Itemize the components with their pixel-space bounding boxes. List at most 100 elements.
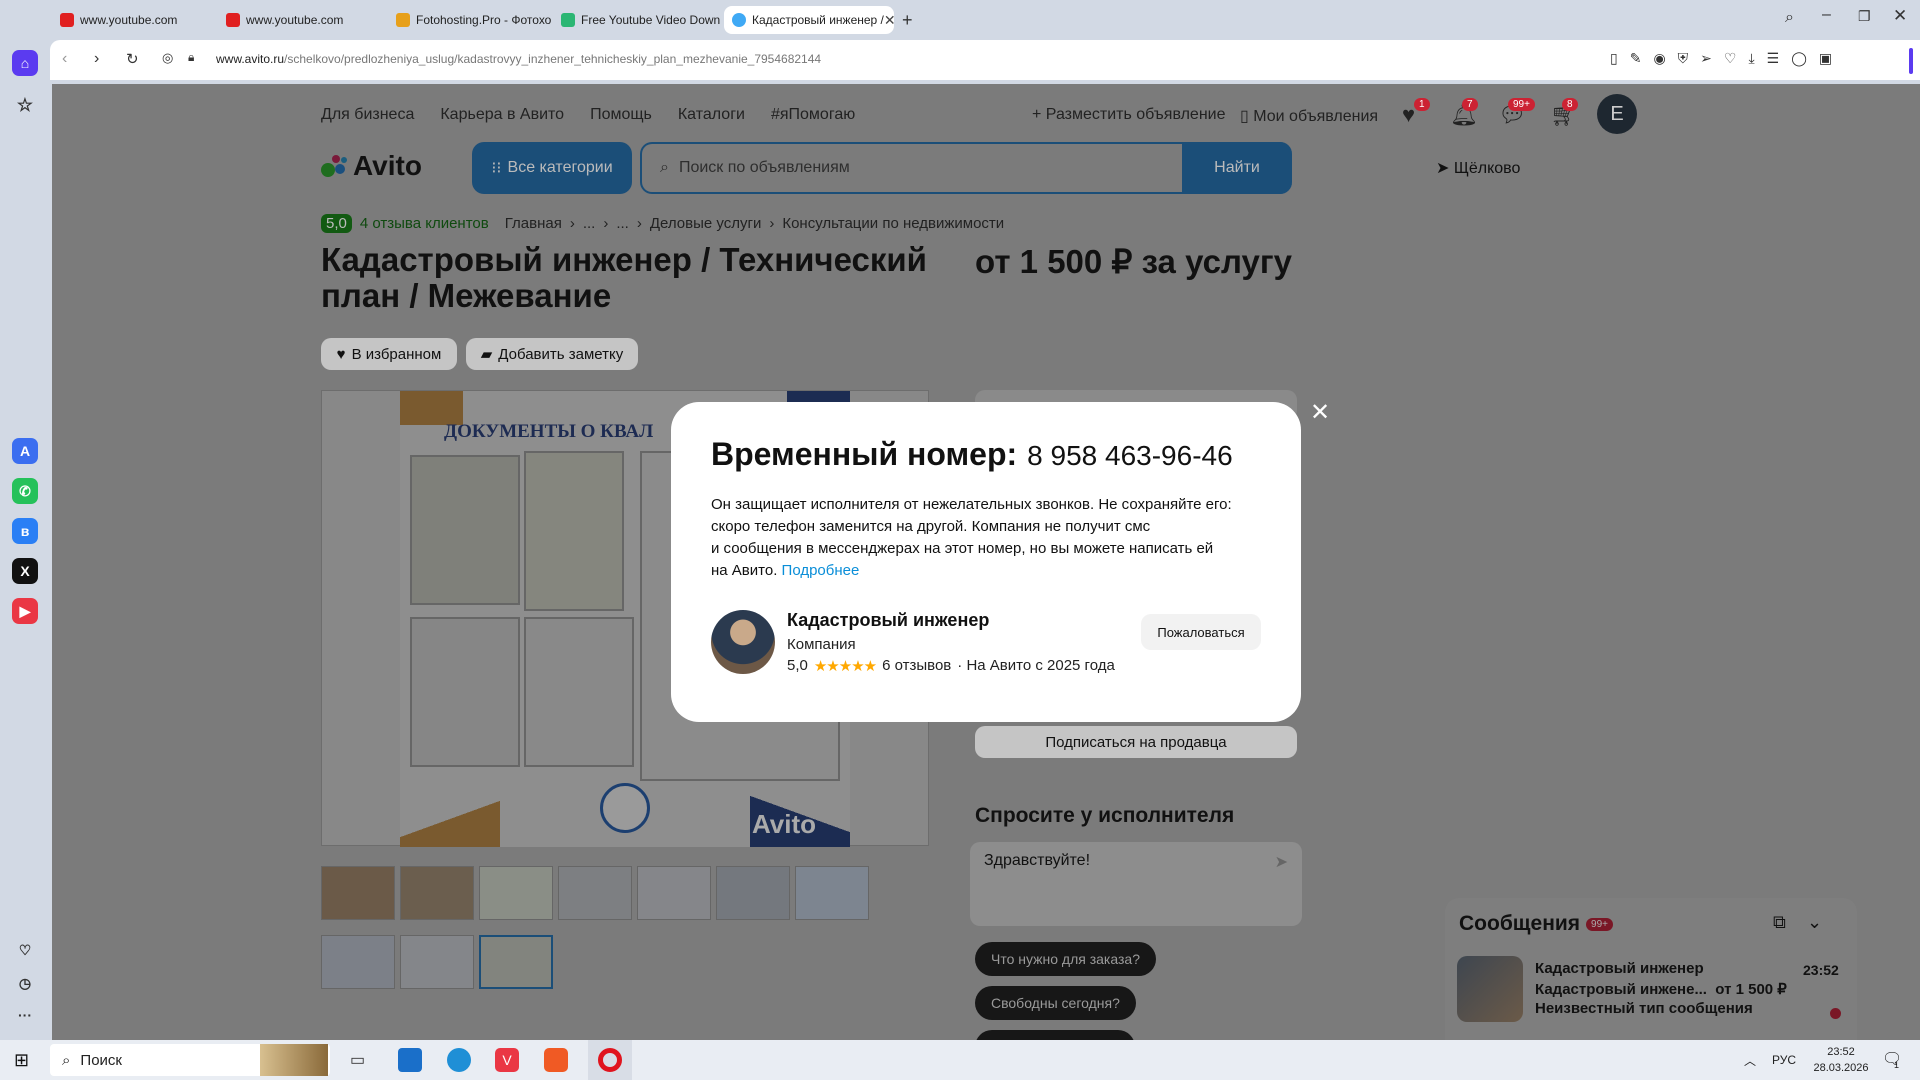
thumbnail-8[interactable] bbox=[321, 935, 395, 989]
ask-message-input[interactable]: Здравствуйте! ➤ bbox=[970, 842, 1302, 926]
complain-button[interactable]: Пожаловаться bbox=[1141, 614, 1261, 650]
restore-icon[interactable]: ❐ bbox=[1858, 8, 1871, 25]
clock[interactable]: 23:52 28.03.2026 bbox=[1808, 1044, 1874, 1076]
post-ad-link[interactable]: + Разместить объявление bbox=[1032, 106, 1226, 124]
cube-icon[interactable]: ▣ bbox=[1819, 50, 1832, 67]
modal-title: Временный номер: bbox=[711, 436, 1018, 472]
home-icon[interactable]: ⌂ bbox=[12, 50, 38, 76]
new-tab-icon[interactable]: + bbox=[902, 10, 913, 31]
nav-help[interactable]: Помощь bbox=[590, 106, 652, 124]
menu-icon[interactable]: ☰ bbox=[1767, 50, 1780, 67]
thumbnail-4[interactable] bbox=[558, 866, 632, 920]
pin-star-icon[interactable]: ☆ bbox=[12, 92, 38, 118]
chat-seller-name[interactable]: Кадастровый инженер bbox=[1535, 960, 1704, 977]
x-icon[interactable]: X bbox=[12, 558, 38, 584]
opera-taskbar-button[interactable] bbox=[588, 1040, 632, 1080]
thumbnail-1[interactable] bbox=[321, 866, 395, 920]
send-icon[interactable]: ➢ bbox=[1700, 50, 1712, 67]
close-window-icon[interactable]: ✕ bbox=[1893, 6, 1907, 26]
tab-video-downloader[interactable]: Free Youtube Video Down bbox=[553, 6, 721, 34]
nav-ya-pomogayu[interactable]: #яПомогаю bbox=[771, 106, 855, 124]
edit-icon[interactable]: ✎ bbox=[1630, 50, 1642, 67]
download-icon[interactable]: ⤓ bbox=[1748, 50, 1754, 67]
heart-icon[interactable]: ♡ bbox=[12, 937, 38, 963]
bookmark-heart-icon[interactable]: ♡ bbox=[1724, 50, 1737, 67]
outlook-icon[interactable] bbox=[398, 1048, 422, 1072]
shield-icon[interactable]: ⛨ bbox=[1678, 50, 1689, 67]
vivaldi-icon[interactable]: V bbox=[495, 1048, 519, 1072]
seller-name[interactable]: Кадастровый инженер bbox=[787, 610, 989, 631]
whatsapp-icon[interactable]: ✆ bbox=[12, 478, 38, 504]
more-icon[interactable]: ··· bbox=[12, 1002, 38, 1028]
quick-reply-free-today[interactable]: Свободны сегодня? bbox=[975, 986, 1136, 1020]
reload-icon[interactable]: ↻ bbox=[126, 50, 139, 68]
notification-center-icon[interactable]: 🗨︎ bbox=[1882, 1049, 1902, 1069]
player-icon[interactable]: ▶ bbox=[12, 598, 38, 624]
tab-youtube-1[interactable]: www.youtube.com bbox=[52, 6, 232, 34]
brave-icon[interactable] bbox=[544, 1048, 568, 1072]
nav-catalogs[interactable]: Каталоги bbox=[678, 106, 745, 124]
snapshot-icon[interactable]: ◉ bbox=[1653, 50, 1665, 67]
minimize-icon[interactable]: – bbox=[1822, 6, 1831, 24]
all-categories-button[interactable]: ⁝⁝ Все категории bbox=[472, 142, 632, 194]
add-note-button[interactable]: ▰ Добавить заметку bbox=[466, 338, 638, 370]
profile-icon[interactable]: ◯ bbox=[1791, 50, 1807, 67]
search-button[interactable]: Найти bbox=[1182, 142, 1292, 194]
windows-start-icon[interactable]: ⊞ bbox=[14, 1050, 29, 1071]
thumbnail-10-selected[interactable] bbox=[479, 935, 553, 989]
thumbnail-9[interactable] bbox=[400, 935, 474, 989]
quick-reply-what-needed[interactable]: Что нужно для заказа? bbox=[975, 942, 1156, 976]
tab-avito-active[interactable]: Кадастровый инженер / ✕ bbox=[724, 6, 894, 34]
tab-fotohosting[interactable]: Fotohosting.Pro - Фотохо bbox=[388, 6, 553, 34]
back-icon[interactable]: ‹ bbox=[62, 50, 67, 68]
edge-icon[interactable] bbox=[447, 1048, 471, 1072]
address-bar: ‹ › ↻ ◎ 🔒︎ www.avito.ru/schelkovo/predlo… bbox=[50, 40, 1920, 80]
forward-icon[interactable]: › bbox=[94, 50, 99, 68]
vk-icon[interactable]: в bbox=[12, 518, 38, 544]
send-message-icon[interactable]: ➤ bbox=[1275, 852, 1288, 872]
thumbnail-5[interactable] bbox=[637, 866, 711, 920]
favorite-button[interactable]: ♥ В избранном bbox=[321, 338, 457, 370]
quick-reply-3[interactable] bbox=[975, 1030, 1135, 1040]
reviews-link[interactable]: 4 отзыва клиентов bbox=[360, 215, 489, 232]
crumb-ellipsis-2[interactable]: ... bbox=[616, 215, 629, 232]
thumbnail-2[interactable] bbox=[400, 866, 474, 920]
search-tabs-icon[interactable]: ⌕ bbox=[1785, 9, 1794, 27]
my-ads-link[interactable]: ▯ Мои объявления bbox=[1240, 106, 1378, 126]
site-info-icon[interactable]: ◎ bbox=[162, 50, 173, 66]
location-link[interactable]: ➤ Щёлково bbox=[1436, 158, 1520, 178]
reader-icon[interactable]: ▯ bbox=[1610, 50, 1618, 67]
open-external-icon[interactable]: ⧉ bbox=[1773, 912, 1786, 933]
nav-career[interactable]: Карьера в Авито bbox=[440, 106, 564, 124]
nav-business[interactable]: Для бизнеса bbox=[321, 106, 414, 124]
thumbnail-3[interactable] bbox=[479, 866, 553, 920]
url-field[interactable]: www.avito.ru/schelkovo/predlozheniya_usl… bbox=[216, 52, 821, 66]
crumb-business-services[interactable]: Деловые услуги bbox=[650, 215, 761, 232]
tray-chevron-icon[interactable]: ︿ bbox=[1744, 1052, 1756, 1069]
thumbnail-7[interactable] bbox=[795, 866, 869, 920]
task-view-icon[interactable]: ▭ bbox=[350, 1050, 365, 1070]
aria-icon[interactable]: A bbox=[12, 438, 38, 464]
favorites-icon[interactable]: ♥ bbox=[1402, 102, 1415, 128]
avito-logo[interactable]: Avito bbox=[321, 150, 422, 182]
tab-youtube-2[interactable]: www.youtube.com bbox=[218, 6, 388, 34]
crumb-real-estate-consult[interactable]: Консультации по недвижимости bbox=[782, 215, 1004, 232]
crumb-ellipsis-1[interactable]: ... bbox=[583, 215, 596, 232]
search-highlight-image bbox=[260, 1044, 328, 1076]
chat-avatar[interactable] bbox=[1457, 956, 1523, 1022]
browser-sidebar: O ⌂ ☆ A ✆ в X ▶ ♡ ◷ ··· bbox=[0, 0, 50, 1040]
certificate-2 bbox=[524, 617, 634, 767]
user-avatar[interactable]: E bbox=[1597, 94, 1637, 134]
lock-icon: 🔒︎ bbox=[188, 50, 195, 64]
close-tab-icon[interactable]: ✕ bbox=[884, 12, 894, 29]
modal-close-icon[interactable]: ✕ bbox=[1310, 398, 1330, 427]
thumbnail-6[interactable] bbox=[716, 866, 790, 920]
more-info-link[interactable]: Подробнее bbox=[782, 562, 860, 579]
language-indicator[interactable]: РУС bbox=[1772, 1053, 1796, 1067]
crumb-home[interactable]: Главная bbox=[505, 215, 562, 232]
history-icon[interactable]: ◷ bbox=[12, 970, 38, 996]
subscribe-seller-button[interactable]: Подписаться на продавца bbox=[975, 726, 1297, 758]
collapse-chevron-icon[interactable]: ⌄ bbox=[1807, 912, 1822, 933]
seller-avatar[interactable] bbox=[711, 610, 775, 674]
seller-reviews-link[interactable]: 6 отзывов bbox=[882, 657, 951, 675]
